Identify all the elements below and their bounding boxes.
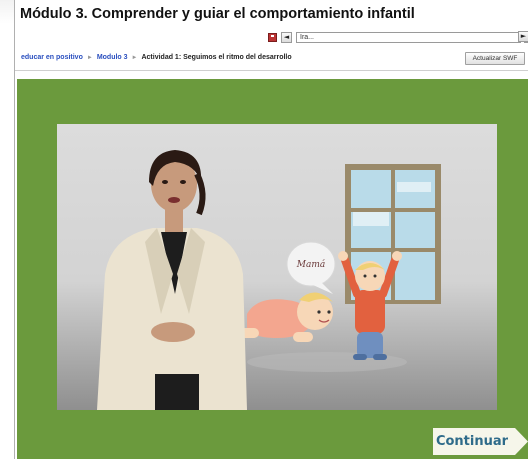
jump-to-value: Ira...	[300, 33, 315, 41]
save-icon[interactable]	[268, 32, 277, 42]
previous-button[interactable]: ◄	[281, 31, 292, 43]
jump-to-select[interactable]: Ira... ▼	[296, 31, 528, 43]
breadcrumb-separator: ►	[86, 54, 93, 61]
continue-label: Continuar	[435, 434, 509, 449]
breadcrumb-current: Actividad 1: Seguimos el ritmo del desar…	[141, 54, 292, 61]
page-title: Módulo 3. Comprender y guiar el comporta…	[20, 6, 415, 22]
refresh-swf-button[interactable]: Actualizar SWF	[465, 52, 525, 65]
flash-activity-stage[interactable]: Mamá Continuar	[17, 79, 528, 459]
speech-bubble-text: Mamá	[296, 259, 325, 270]
video-frame-illustration: Mamá	[97, 150, 441, 410]
breadcrumb-separator: ►	[131, 54, 138, 61]
video-player[interactable]: Mamá	[57, 124, 497, 410]
crawling-baby-illustration	[235, 292, 333, 342]
breadcrumb-link-course[interactable]: educar en positivo	[21, 54, 83, 61]
breadcrumb-link-module[interactable]: Modulo 3	[97, 54, 128, 61]
breadcrumb: educar en positivo ► Modulo 3 ► Activida…	[21, 54, 292, 61]
continue-button[interactable]: Continuar	[433, 428, 528, 455]
speech-bubble: Mamá	[286, 241, 336, 294]
presenter-figure	[97, 150, 247, 410]
next-button[interactable]: ►	[518, 31, 528, 42]
activity-navigation: ◄ Ira... ▼	[268, 31, 528, 43]
header-divider	[15, 70, 528, 71]
standing-toddler-illustration	[338, 251, 402, 360]
